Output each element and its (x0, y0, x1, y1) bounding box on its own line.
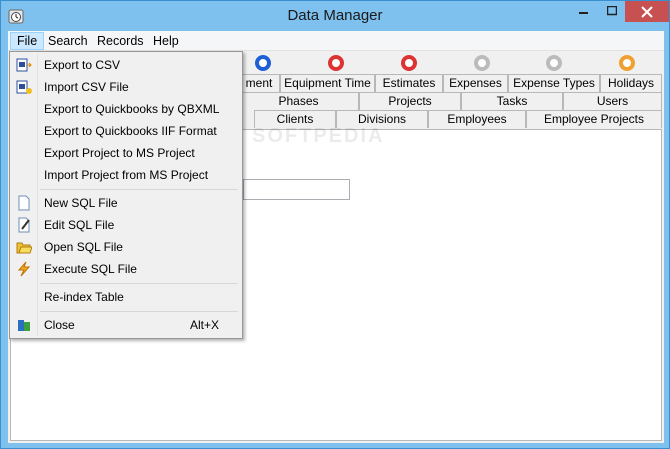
tab-expense-types[interactable]: Expense Types (508, 74, 600, 92)
menu-edit-sql[interactable]: Edit SQL File (12, 214, 240, 236)
menu-import-ms-project[interactable]: Import Project from MS Project (12, 164, 240, 186)
tab-equipment-time[interactable]: Equipment Time (280, 74, 375, 92)
edit-file-icon (16, 217, 32, 233)
maximize-icon (606, 6, 617, 16)
refresh-icon[interactable] (619, 55, 635, 71)
tab-projects[interactable]: Projects (359, 92, 461, 110)
app-window: Data Manager File Search Records Help me… (0, 0, 670, 449)
tab-equipment-assignment[interactable]: ment (238, 74, 280, 92)
tab-holidays[interactable]: Holidays (600, 74, 662, 92)
nav-next-icon[interactable] (255, 55, 271, 71)
menu-open-sql[interactable]: Open SQL File (12, 236, 240, 258)
menu-export-ms-project[interactable]: Export Project to MS Project (12, 142, 240, 164)
menu-export-qbxml[interactable]: Export to Quickbooks by QBXML (12, 98, 240, 120)
watermark: SOFTPEDIA (252, 125, 385, 147)
close-shortcut: Alt+X (190, 318, 220, 332)
menu-execute-sql[interactable]: Execute SQL File (12, 258, 240, 280)
menu-new-sql[interactable]: New SQL File (12, 192, 240, 214)
client-area: File Search Records Help ment Equipment … (8, 31, 664, 443)
close-icon (641, 6, 653, 18)
tab-estimates[interactable]: Estimates (375, 74, 443, 92)
menu-close[interactable]: Close Alt+X (12, 314, 240, 336)
menu-search[interactable]: Search (42, 32, 94, 50)
open-folder-icon (16, 239, 33, 255)
tab-tasks[interactable]: Tasks (461, 92, 563, 110)
menu-bar: File Search Records Help (8, 31, 664, 51)
lightning-icon (16, 261, 32, 277)
exit-icon (16, 317, 32, 333)
menu-file[interactable]: File (10, 32, 45, 50)
menu-help[interactable]: Help (147, 32, 185, 50)
menu-separator (40, 189, 238, 190)
cancel-icon[interactable] (546, 55, 562, 71)
window-title: Data Manager (287, 7, 383, 24)
minimize-icon (579, 12, 588, 14)
maximize-button[interactable] (598, 1, 625, 22)
export-csv-icon (16, 57, 32, 73)
tab-phases[interactable]: Phases (238, 92, 359, 110)
menu-separator (40, 283, 238, 284)
tab-users[interactable]: Users (563, 92, 662, 110)
file-menu-dropdown: Export to CSV Import CSV File Export to … (9, 51, 243, 339)
close-button[interactable] (625, 1, 669, 22)
new-file-icon (16, 195, 32, 211)
import-csv-icon (16, 79, 32, 95)
tab-expenses[interactable]: Expenses (443, 74, 508, 92)
tab-employees[interactable]: Employees (428, 110, 526, 128)
menu-reindex-table[interactable]: Re-index Table (12, 286, 240, 308)
menu-separator (40, 311, 238, 312)
minimize-button[interactable] (570, 1, 598, 22)
tab-employee-projects[interactable]: Employee Projects (526, 110, 662, 128)
menu-import-csv[interactable]: Import CSV File (12, 76, 240, 98)
add-record-icon[interactable] (328, 55, 344, 71)
title-bar[interactable]: Data Manager (1, 1, 669, 31)
delete-record-icon[interactable] (401, 55, 417, 71)
disabled-icon[interactable] (474, 55, 490, 71)
menu-export-iif[interactable]: Export to Quickbooks IIF Format (12, 120, 240, 142)
menu-export-csv[interactable]: Export to CSV (12, 54, 240, 76)
menu-records[interactable]: Records (91, 32, 150, 50)
record-input[interactable] (243, 179, 350, 200)
